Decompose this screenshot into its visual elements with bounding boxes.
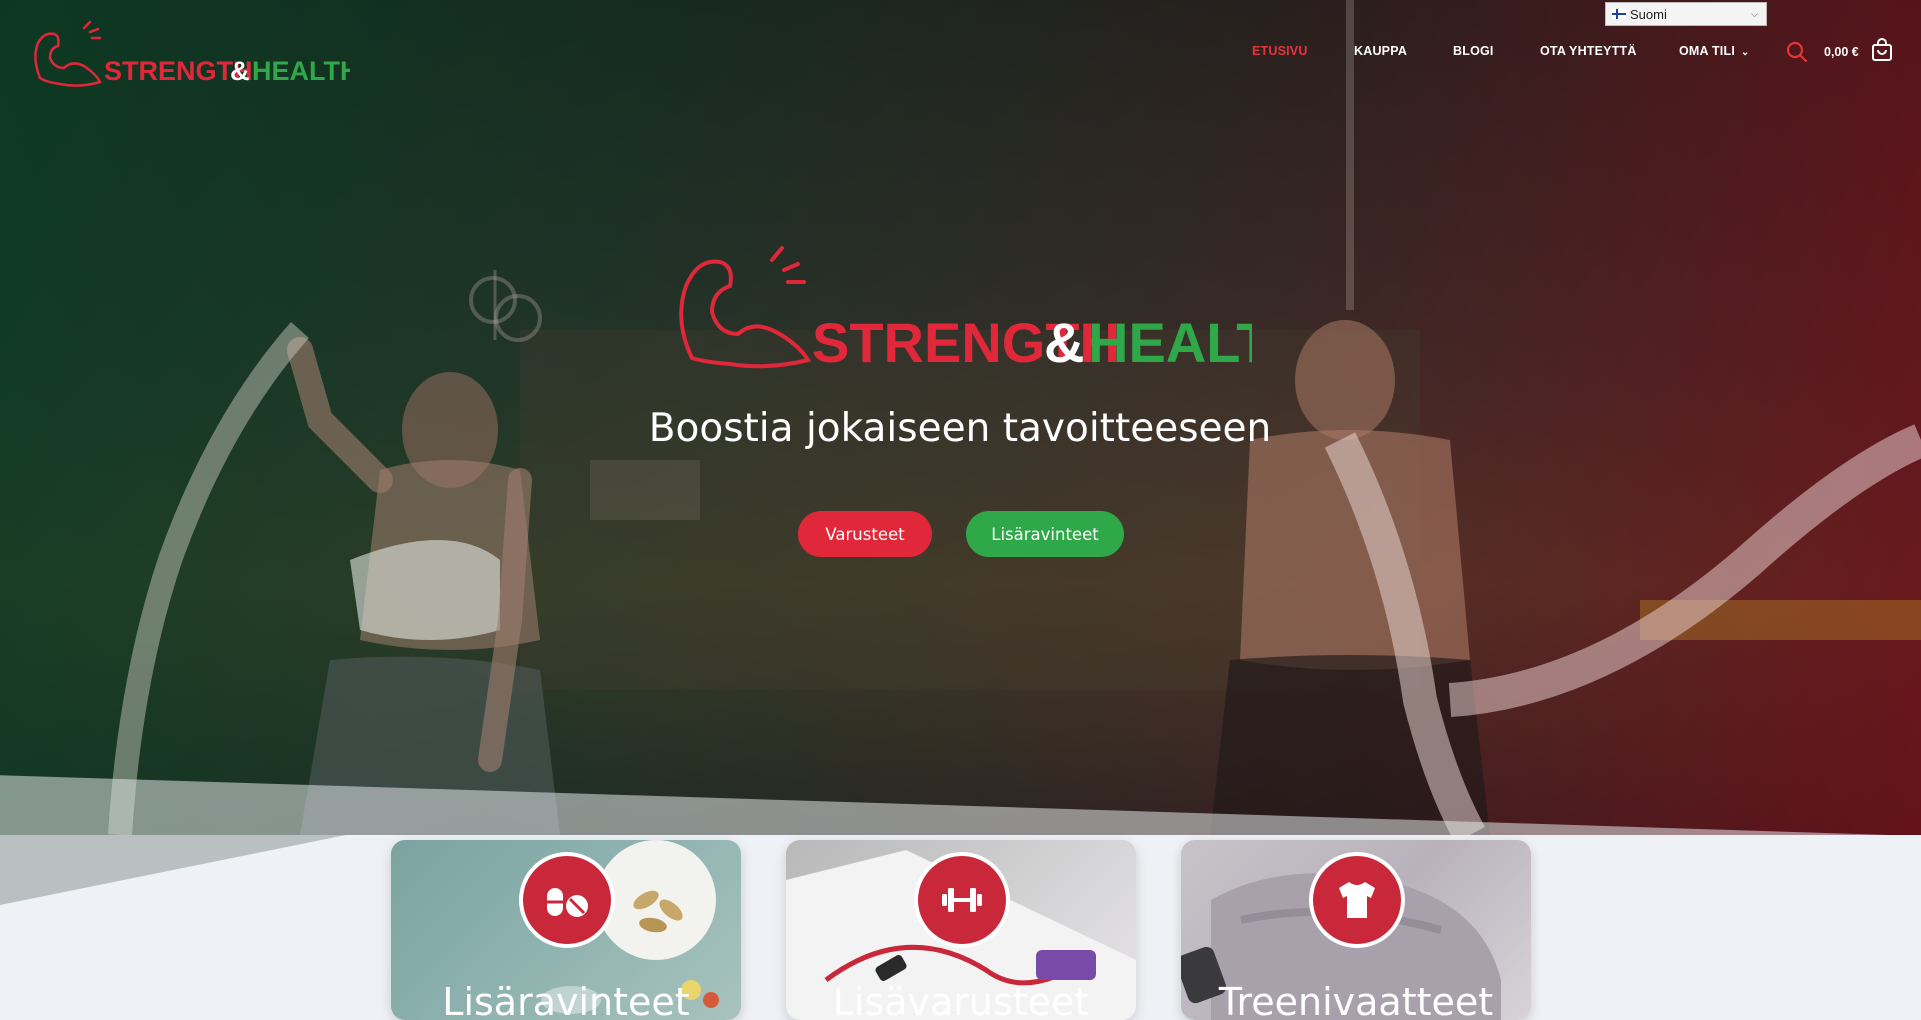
chevron-down-icon: ⌵ (1751, 8, 1758, 19)
category-card-lisaravinteet[interactable]: Lisäravinteet (391, 840, 741, 1020)
category-card-treenivaatteet[interactable]: Treenivaatteet (1181, 840, 1531, 1020)
hero-tagline: Boostia jokaiseen tavoitteeseen (648, 406, 1272, 451)
varusteet-button[interactable]: Varusteet (798, 511, 932, 557)
category-title: Treenivaatteet (1218, 980, 1494, 1020)
nav-item-oma-tili-label: OMA TILI (1679, 44, 1735, 58)
nav-item-oma-tili[interactable]: OMA TILI ⌄ (1679, 44, 1750, 58)
flexing-arm-icon (34, 20, 102, 87)
lisaravinteet-button[interactable]: Lisäravinteet (966, 511, 1124, 557)
chevron-down-icon: ⌄ (1741, 47, 1750, 58)
nav-item-etusivu[interactable]: ETUSIVU (1252, 44, 1308, 58)
category-title: Lisäravinteet (442, 980, 690, 1020)
hero-logo-text-ampersand: & (1044, 311, 1084, 372)
cart-total[interactable]: 0,00 € (1824, 45, 1859, 59)
search-icon[interactable] (1785, 40, 1809, 64)
dumbbell-icon (914, 852, 1010, 948)
shopping-bag-icon[interactable] (1870, 38, 1894, 62)
category-title: Lisävarusteet (832, 980, 1090, 1020)
language-select[interactable]: Suomi ⌵ (1605, 2, 1767, 26)
site-logo[interactable]: STRENGTH & HEALTH (30, 18, 350, 90)
logo-text-health: HEALTH (252, 56, 350, 86)
tshirt-icon (1309, 852, 1405, 948)
flexing-arm-icon (679, 246, 812, 369)
language-select-value: Suomi (1630, 6, 1667, 22)
nav-item-ota-yhteytta[interactable]: OTA YHTEYTTÄ (1540, 44, 1637, 58)
logo-text-ampersand: & (230, 56, 250, 86)
nav-item-blogi[interactable]: BLOGI (1453, 44, 1494, 58)
category-card-lisavarusteet[interactable]: Lisävarusteet (786, 840, 1136, 1020)
hero-logo-text-health: HEALTH (1088, 311, 1252, 372)
finland-flag-icon (1612, 9, 1626, 19)
pills-icon (519, 852, 615, 948)
hero-logo: STRENGTH & HEALTH (679, 246, 1252, 372)
nav-item-kauppa[interactable]: KAUPPA (1354, 44, 1407, 58)
